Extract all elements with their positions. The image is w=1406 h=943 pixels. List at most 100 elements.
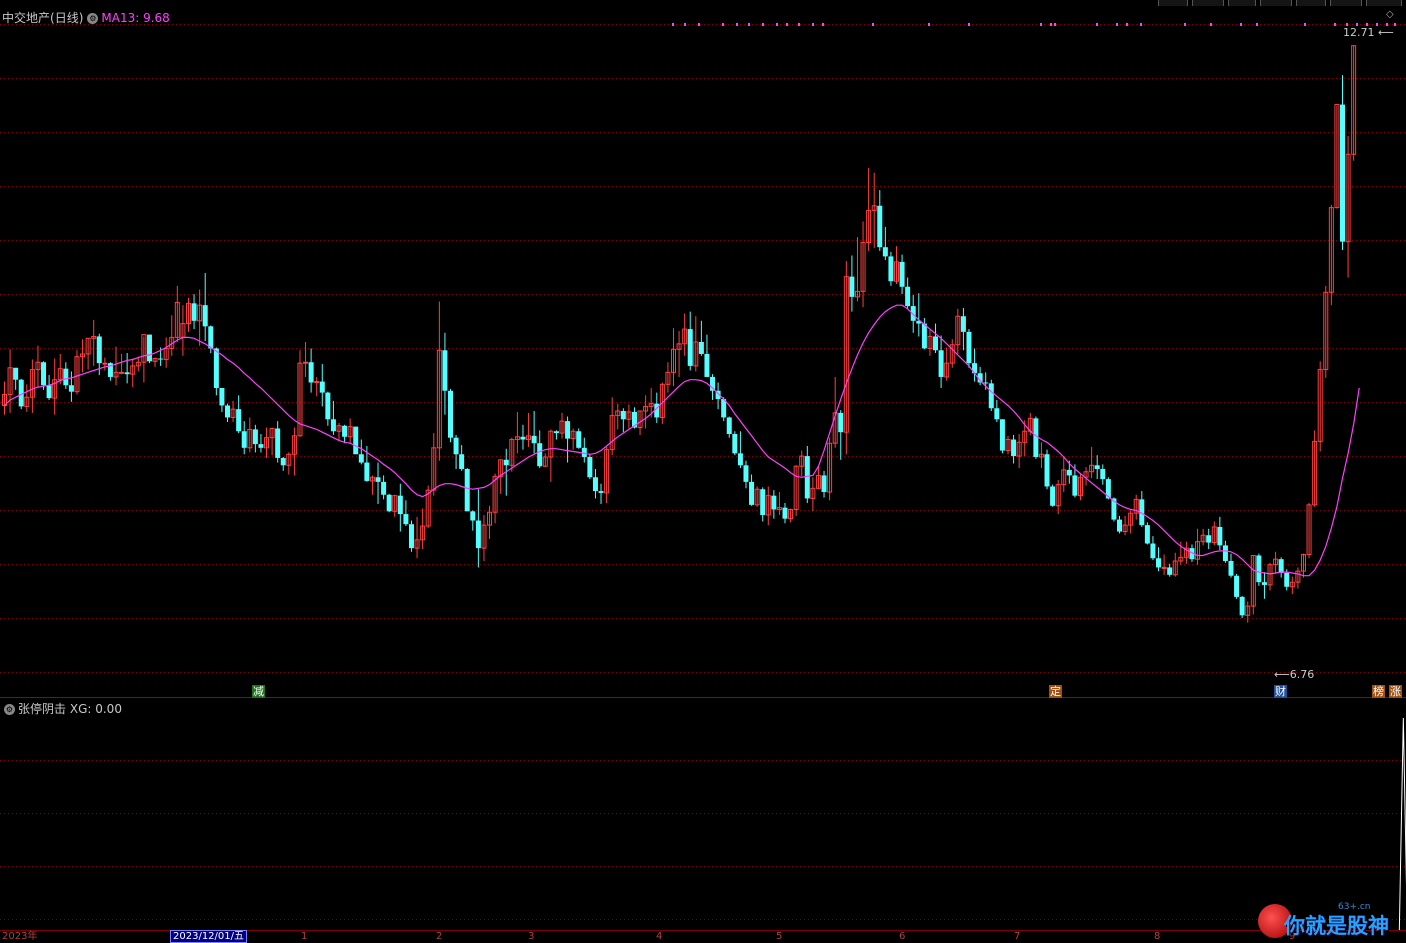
- candle-body: [531, 435, 537, 444]
- flag-text: 榜: [1373, 685, 1384, 698]
- signal-dot: [1184, 23, 1186, 26]
- period-label: (日线): [50, 11, 84, 25]
- xaxis-month-label: 6: [899, 931, 906, 942]
- flag-text: 涨: [1390, 685, 1401, 698]
- xaxis-year-label: 2023年: [2, 931, 38, 942]
- ma-value: 9.68: [143, 11, 170, 25]
- candle-body: [520, 436, 526, 440]
- kline-chart[interactable]: [0, 0, 1406, 941]
- candle-body: [760, 489, 766, 515]
- candle-body: [408, 524, 414, 549]
- candle-body: [397, 495, 403, 515]
- candle-body: [119, 371, 125, 374]
- signal-dot: [736, 23, 738, 26]
- candle-body: [442, 350, 448, 391]
- candle-body: [330, 419, 336, 432]
- signal-dot: [722, 23, 724, 26]
- sub-signal-spike: [1398, 717, 1406, 931]
- candle-body: [314, 381, 320, 384]
- candle-body: [1150, 543, 1156, 559]
- candle-body: [258, 444, 264, 448]
- candle-body: [804, 456, 810, 499]
- candle-body: [353, 426, 359, 455]
- candle-body: [448, 390, 453, 438]
- signal-dot: [698, 23, 700, 26]
- candle-body: [146, 334, 152, 362]
- signal-dot: [776, 23, 778, 26]
- candle-body: [1050, 486, 1056, 506]
- candle-body: [598, 491, 604, 493]
- candle-body: [732, 434, 738, 454]
- candle-body: [459, 454, 465, 469]
- candle-body: [999, 419, 1005, 451]
- signal-dot: [1096, 23, 1098, 26]
- candle-body: [225, 405, 230, 418]
- candle-body: [503, 459, 509, 466]
- event-flag[interactable]: 定: [1049, 685, 1062, 698]
- signal-dot: [762, 23, 764, 26]
- xg-value: 0.00: [95, 702, 122, 716]
- candle-body: [1278, 559, 1284, 573]
- signal-dot: [1054, 23, 1056, 26]
- signal-dot: [928, 23, 930, 26]
- candle-body: [1284, 572, 1290, 587]
- low-price-label: ⟵6.76: [1274, 668, 1315, 681]
- candle-body: [124, 372, 130, 375]
- candle-body: [241, 431, 247, 448]
- candle-body: [1072, 475, 1078, 496]
- candle-body: [966, 331, 972, 364]
- candle-body: [576, 431, 582, 448]
- signal-dot: [684, 23, 686, 26]
- sub-chart-header: ⚙ 张停阴击 XG: 0.00: [2, 700, 122, 717]
- candle-body: [453, 437, 459, 455]
- candle-body: [403, 514, 409, 525]
- signal-dot: [798, 23, 800, 26]
- event-flag[interactable]: 财: [1274, 685, 1287, 698]
- candle-body: [342, 425, 348, 437]
- candle-body: [63, 368, 69, 386]
- candle-body: [877, 205, 883, 248]
- candle-body: [46, 385, 52, 399]
- xaxis-month-label: 2: [436, 931, 443, 942]
- candle-body: [565, 421, 571, 439]
- stock-name: 中交地产: [2, 11, 51, 25]
- candle-body: [960, 316, 966, 332]
- candle-body: [1222, 545, 1228, 562]
- candle-body: [933, 336, 939, 351]
- candle-body: [68, 385, 74, 392]
- flag-text: 定: [1050, 685, 1061, 698]
- signal-dot: [1050, 23, 1052, 26]
- candle-body: [213, 348, 219, 388]
- signal-dot: [1210, 23, 1212, 26]
- event-flag[interactable]: 涨: [1389, 685, 1402, 698]
- candle-body: [592, 477, 598, 492]
- xaxis-selected-date[interactable]: 2023/12/01/五: [170, 930, 248, 943]
- candle-body: [319, 381, 325, 393]
- candle-body: [849, 276, 855, 297]
- candle-body: [158, 358, 164, 360]
- candle-body: [905, 286, 911, 307]
- candle-body: [749, 481, 755, 505]
- flag-text: 减: [253, 685, 264, 698]
- settings-gear-icon[interactable]: ⚙: [87, 13, 99, 24]
- candle-body: [219, 387, 225, 406]
- candle-body: [280, 457, 286, 466]
- candle-body: [771, 495, 777, 510]
- signal-dot: [812, 23, 814, 26]
- candle-body: [743, 465, 749, 482]
- event-flag[interactable]: 减: [252, 685, 265, 698]
- sub-settings-gear-icon[interactable]: ⚙: [4, 704, 15, 715]
- main-chart-header: 中交地产(日线) ⚙ MA13: 9.68: [2, 9, 170, 26]
- candle-body: [1144, 525, 1150, 544]
- signal-dot: [968, 23, 970, 26]
- signal-dot: [1334, 23, 1336, 26]
- event-flag[interactable]: 榜: [1372, 685, 1385, 698]
- diamond-icon[interactable]: ◇: [1386, 9, 1394, 20]
- date-axis: 2023年 2023/12/01/五 1 2 3 4 5 6 7 8 9: [0, 930, 1406, 943]
- signal-dot: [1116, 23, 1118, 26]
- candle-body: [1094, 465, 1100, 469]
- candle-body: [587, 457, 593, 478]
- xaxis-month-label: 8: [1154, 931, 1161, 942]
- candle-body: [1011, 439, 1017, 457]
- candle-body: [236, 409, 242, 432]
